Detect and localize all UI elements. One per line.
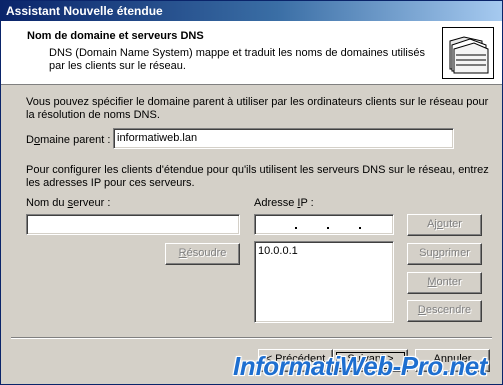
ip-address-input[interactable] xyxy=(254,214,394,235)
ip-address-label: Adresse IP : xyxy=(254,197,314,209)
ip-address-list[interactable]: 10.0.0.1 xyxy=(254,241,394,323)
watermark: InformatiWeb-Pro.net xyxy=(233,351,487,381)
parent-domain-input[interactable]: informatiweb.lan xyxy=(113,128,454,149)
resolve-button[interactable]: Résoudre xyxy=(165,243,240,265)
config-text: Pour configurer les clients d'étendue po… xyxy=(26,164,489,189)
window-title: Assistant Nouvelle étendue xyxy=(6,4,163,18)
wizard-window: Assistant Nouvelle étendue Nom de domain… xyxy=(0,0,503,385)
list-item[interactable]: 10.0.0.1 xyxy=(258,244,298,258)
parent-domain-value: informatiweb.lan xyxy=(117,132,198,144)
intro-text: Vous pouvez spécifier le domaine parent … xyxy=(26,96,489,121)
ip-dot xyxy=(327,227,329,229)
header-title: Nom de domaine et serveurs DNS xyxy=(27,30,204,42)
move-down-button[interactable]: Descendre xyxy=(407,300,482,322)
ip-dot xyxy=(295,227,297,229)
parent-domain-label: Domaine parent : xyxy=(26,134,111,146)
header-description: DNS (Domain Name System) mappe et tradui… xyxy=(49,47,425,72)
server-name-label: Nom du serveur : xyxy=(26,197,111,209)
add-button[interactable]: Ajouter xyxy=(407,214,482,236)
title-bar[interactable]: Assistant Nouvelle étendue xyxy=(1,1,502,21)
server-name-input[interactable] xyxy=(26,214,240,235)
remove-button[interactable]: Supprimer xyxy=(407,243,482,265)
footer-separator xyxy=(11,337,492,339)
folders-icon xyxy=(442,27,494,79)
wizard-header: Nom de domaine et serveurs DNS DNS (Doma… xyxy=(1,21,502,85)
move-up-button[interactable]: Monter xyxy=(407,272,482,294)
ip-dot xyxy=(359,227,361,229)
